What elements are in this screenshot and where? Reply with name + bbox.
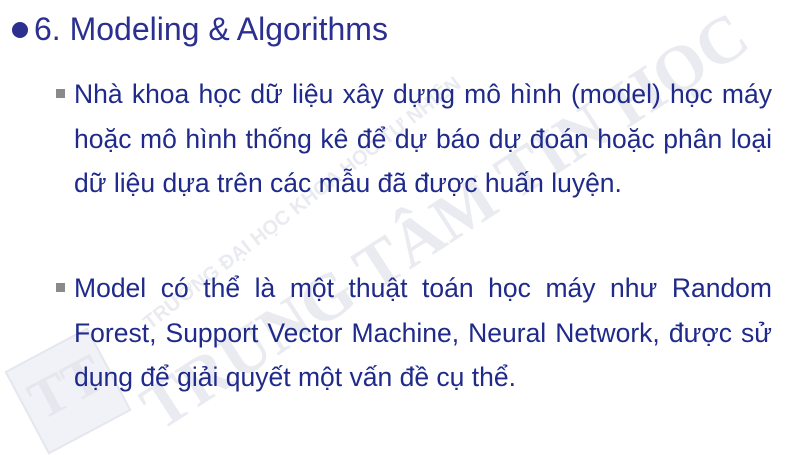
bullet-item-1: Nhà khoa học dữ liệu xây dựng mô hình (m… — [56, 72, 772, 206]
bullet-text-1: Nhà khoa học dữ liệu xây dựng mô hình (m… — [74, 79, 772, 198]
slide-heading: 6. Modeling & Algorithms — [8, 6, 388, 52]
square-bullet-icon — [56, 89, 65, 98]
heading-bullet-icon — [12, 22, 28, 38]
heading-text: 6. Modeling & Algorithms — [34, 11, 388, 47]
square-bullet-icon — [56, 283, 65, 292]
bullet-text-2: Model có thể là một thuật toán học máy n… — [74, 273, 772, 392]
slide: TT TRƯỜNG ĐẠI HỌC KHOA HỌC TỰ NHIÊN TRUN… — [0, 0, 804, 455]
bullet-item-2: Model có thể là một thuật toán học máy n… — [56, 266, 772, 400]
